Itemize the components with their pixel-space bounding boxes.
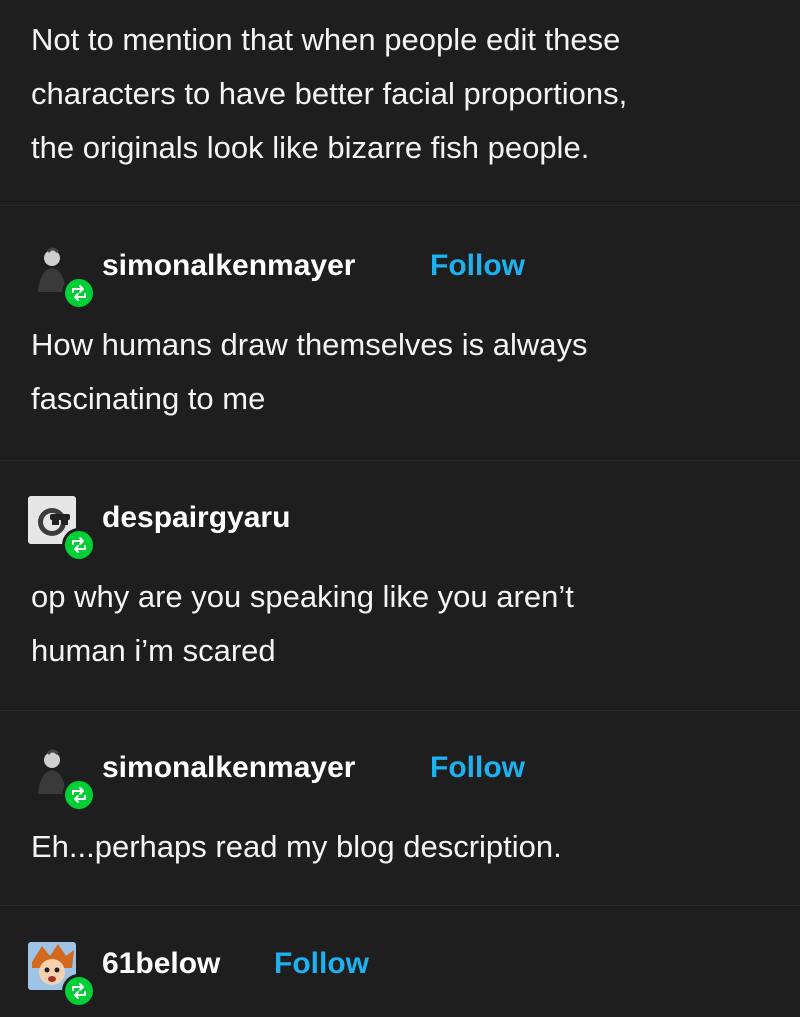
post-body-text: Not to mention that when people edit the… bbox=[31, 22, 628, 165]
reblog-icon bbox=[72, 537, 86, 553]
reblog-header: simonalkenmayer Follow bbox=[28, 244, 768, 310]
reblog-badge bbox=[62, 974, 96, 1008]
reblog-icon bbox=[72, 285, 86, 301]
reblog-text: How humans draw themselves is always fas… bbox=[31, 327, 588, 416]
reblog-badge bbox=[62, 276, 96, 310]
follow-button[interactable]: Follow bbox=[274, 944, 369, 984]
follow-button[interactable]: Follow bbox=[430, 748, 525, 788]
username-link[interactable]: simonalkenmayer bbox=[102, 748, 355, 788]
reblog-badge bbox=[62, 778, 96, 812]
reblog-icon bbox=[72, 787, 86, 803]
reblog-header: 61below Follow bbox=[28, 942, 768, 1008]
divider bbox=[0, 905, 800, 906]
username-link[interactable]: simonalkenmayer bbox=[102, 246, 355, 286]
reblog-header: despairgyaru bbox=[28, 496, 768, 562]
divider bbox=[0, 205, 800, 206]
follow-button[interactable]: Follow bbox=[430, 246, 525, 286]
divider bbox=[0, 710, 800, 711]
username-link[interactable]: despairgyaru bbox=[102, 498, 290, 538]
username-link[interactable]: 61below bbox=[102, 944, 220, 984]
reblog-text: op why are you speaking like you aren’t … bbox=[31, 579, 574, 668]
reblog-badge bbox=[62, 528, 96, 562]
divider bbox=[0, 460, 800, 461]
reblog-text: Eh...perhaps read my blog description. bbox=[31, 829, 562, 864]
reblog-icon bbox=[72, 983, 86, 999]
reblog-header: simonalkenmayer Follow bbox=[28, 746, 768, 812]
